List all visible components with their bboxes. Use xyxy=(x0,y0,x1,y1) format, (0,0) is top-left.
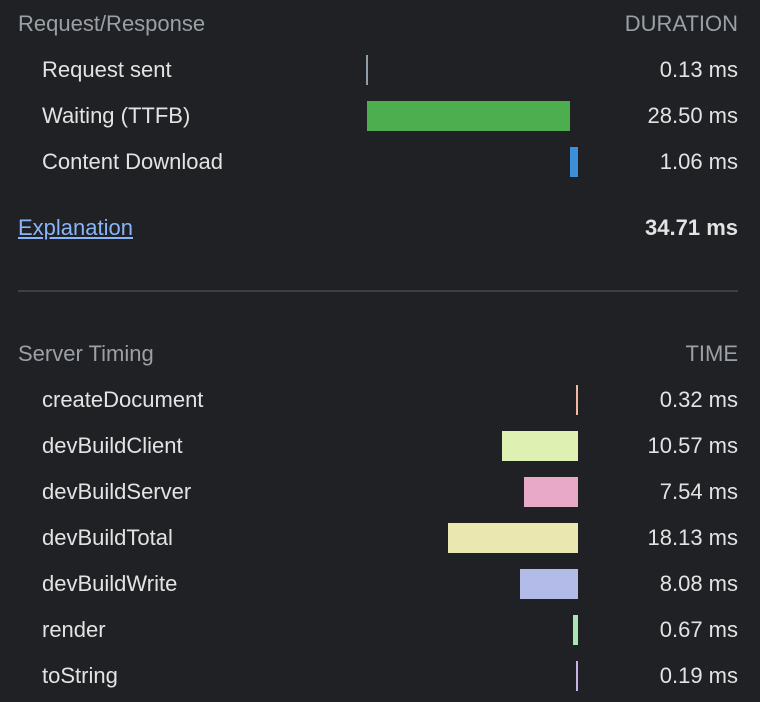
server-timing-label: toString xyxy=(42,663,118,688)
server-timing-title: Server Timing xyxy=(18,341,154,366)
server-timing-header: Server Timing TIME xyxy=(18,339,738,369)
request-response-title: Request/Response xyxy=(18,11,206,36)
timing-bar-request-sent xyxy=(366,55,368,85)
server-timing-row-render: render 0.67 ms xyxy=(42,613,738,647)
server-timing-bar-render xyxy=(573,615,578,645)
server-timing-bar-devbuildwrite xyxy=(520,569,578,599)
server-timing-row-devbuildwrite: devBuildWrite 8.08 ms xyxy=(42,567,738,601)
timing-label: Content Download xyxy=(42,149,224,174)
timing-bar-content-download xyxy=(570,147,578,177)
timing-value: 1.06 ms xyxy=(659,149,738,174)
server-timing-bar-devbuildserver xyxy=(523,477,578,507)
server-timing-value: 18.13 ms xyxy=(647,525,739,550)
server-timing-value: 7.54 ms xyxy=(659,479,738,504)
timing-row-waiting-ttfb: Waiting (TTFB) 28.50 ms xyxy=(42,99,738,133)
total-duration: 34.71 ms xyxy=(645,215,738,240)
server-timing-value: 0.19 ms xyxy=(659,663,738,688)
timing-row-request-sent: Request sent 0.13 ms xyxy=(42,53,738,87)
server-timing-row-devbuildtotal: devBuildTotal 18.13 ms xyxy=(42,521,738,555)
timing-value: 28.50 ms xyxy=(647,103,739,128)
server-timing-value: 0.32 ms xyxy=(659,387,738,412)
server-timing-bar-devbuildtotal xyxy=(448,523,578,553)
server-timing-row-devbuildserver: devBuildServer 7.54 ms xyxy=(42,475,738,509)
server-timing-bar-devbuildclient xyxy=(502,431,578,461)
server-timing-value: 0.67 ms xyxy=(659,617,738,642)
server-timing-row-tostring: toString 0.19 ms xyxy=(42,659,738,693)
timing-value: 0.13 ms xyxy=(659,57,738,82)
server-timing-label: devBuildClient xyxy=(42,433,183,458)
server-timing-value: 10.57 ms xyxy=(647,433,739,458)
server-timing-label: devBuildTotal xyxy=(42,525,173,550)
request-response-header: Request/Response DURATION xyxy=(18,9,738,39)
server-timing-label: createDocument xyxy=(42,387,204,412)
server-timing-bar-tostring xyxy=(576,661,578,691)
server-timing-label: devBuildServer xyxy=(42,479,192,504)
duration-column-header: DURATION xyxy=(624,11,738,36)
timing-row-content-download: Content Download 1.06 ms xyxy=(42,145,738,179)
server-timing-bar-createdocument xyxy=(575,385,578,415)
timing-label: Waiting (TTFB) xyxy=(42,103,191,128)
server-timing-label: render xyxy=(42,617,106,642)
timing-bar-waiting-ttfb xyxy=(366,101,571,131)
server-timing-row-createdocument: createDocument 0.32 ms xyxy=(42,383,738,417)
explanation-row: Explanation 34.71 ms xyxy=(18,210,738,246)
server-timing-row-devbuildclient: devBuildClient 10.57 ms xyxy=(42,429,738,463)
section-divider xyxy=(18,290,738,292)
time-column-header: TIME xyxy=(685,341,738,366)
server-timing-value: 8.08 ms xyxy=(659,571,738,596)
server-timing-label: devBuildWrite xyxy=(42,571,178,596)
timing-label: Request sent xyxy=(42,57,172,82)
explanation-link[interactable]: Explanation xyxy=(18,215,133,241)
